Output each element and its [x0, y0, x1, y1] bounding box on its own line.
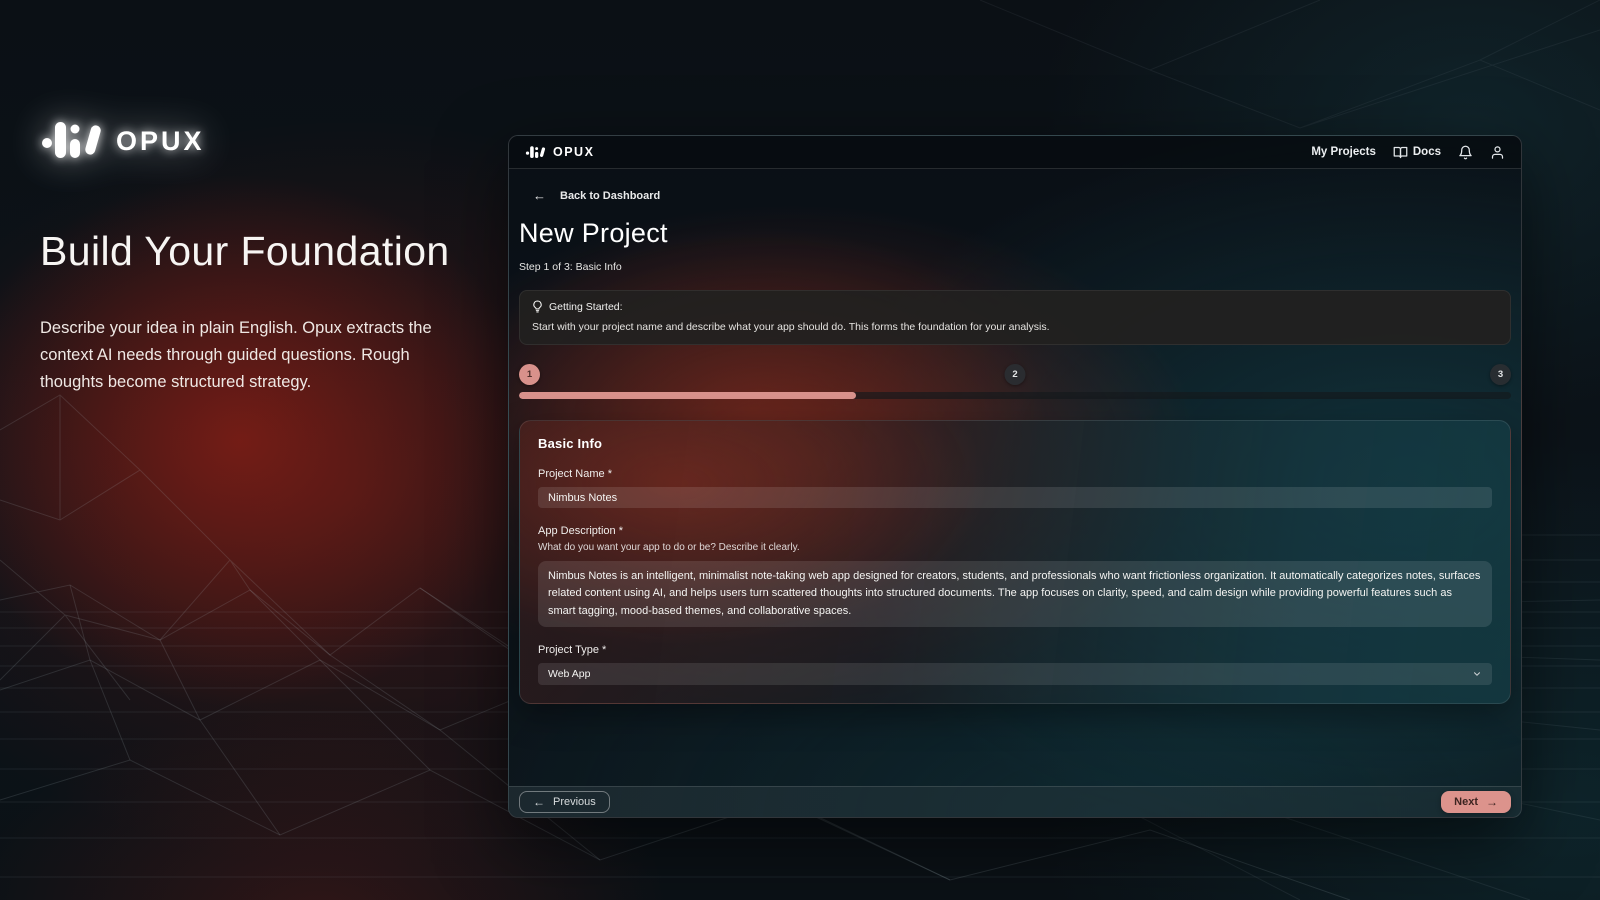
step-indicator-label: Step 1 of 3: Basic Info — [519, 261, 1511, 273]
project-name-label: Project Name * — [538, 468, 1492, 480]
project-type-selected-value: Web App — [548, 668, 590, 680]
app-description-label: App Description * — [538, 525, 1492, 537]
bell-icon[interactable] — [1458, 145, 1473, 160]
app-window: OPUX My Projects Docs — [508, 135, 1522, 818]
opux-logo-icon — [40, 118, 106, 164]
previous-button-label: Previous — [553, 796, 596, 808]
page-title: New Project — [519, 218, 1511, 249]
user-icon[interactable] — [1490, 145, 1505, 160]
app-description-helper: What do you want your app to do or be? D… — [538, 542, 1492, 553]
wizard-footer: ← Previous Next → — [509, 786, 1521, 817]
progress-bar-track — [519, 392, 1511, 399]
arrow-right-icon: → — [1486, 795, 1498, 809]
navbar-logo-text: OPUX — [553, 145, 594, 159]
previous-button[interactable]: ← Previous — [519, 791, 610, 813]
project-name-input[interactable] — [538, 487, 1492, 508]
lightbulb-icon — [532, 300, 543, 313]
wizard-steps: 1 2 3 — [519, 364, 1511, 385]
hero-description: Describe your idea in plain English. Opu… — [40, 315, 476, 396]
hero-panel: OPUX Build Your Foundation Describe your… — [40, 118, 492, 396]
hero-logo-text: OPUX — [116, 126, 205, 157]
progress-fill — [519, 392, 856, 399]
back-to-dashboard-link[interactable]: ← Back to Dashboard — [519, 188, 1511, 203]
step-dot-3[interactable]: 3 — [1490, 364, 1511, 385]
hero-logo: OPUX — [40, 118, 492, 164]
getting-started-tip: Getting Started: Start with your project… — [519, 290, 1511, 345]
card-title: Basic Info — [538, 436, 1492, 451]
step-dot-2[interactable]: 2 — [1005, 364, 1026, 385]
app-navbar: OPUX My Projects Docs — [509, 136, 1521, 169]
project-type-label: Project Type * — [538, 644, 1492, 656]
step-dot-1[interactable]: 1 — [519, 364, 540, 385]
window-body: ← Back to Dashboard New Project Step 1 o… — [509, 169, 1521, 704]
nav-link-docs[interactable]: Docs — [1393, 145, 1441, 160]
navbar-logo[interactable]: OPUX — [525, 145, 594, 160]
nav-link-docs-label: Docs — [1413, 146, 1441, 158]
tip-title: Getting Started: — [549, 301, 623, 313]
arrow-left-icon: ← — [533, 188, 546, 203]
arrow-left-icon: ← — [533, 795, 545, 809]
next-button-label: Next — [1454, 796, 1478, 808]
next-button[interactable]: Next → — [1441, 791, 1511, 813]
tip-body: Start with your project name and describ… — [532, 321, 1498, 333]
chevron-down-icon — [1472, 669, 1482, 679]
back-link-label: Back to Dashboard — [560, 190, 660, 202]
book-icon — [1393, 145, 1408, 160]
nav-link-my-projects[interactable]: My Projects — [1311, 146, 1376, 158]
app-description-textarea[interactable]: Nimbus Notes is an intelligent, minimali… — [538, 561, 1492, 627]
hero-title: Build Your Foundation — [40, 228, 492, 275]
project-type-select[interactable]: Web App — [538, 663, 1492, 685]
basic-info-card: Basic Info Project Name * App Descriptio… — [519, 420, 1511, 704]
opux-logo-icon — [525, 145, 547, 160]
